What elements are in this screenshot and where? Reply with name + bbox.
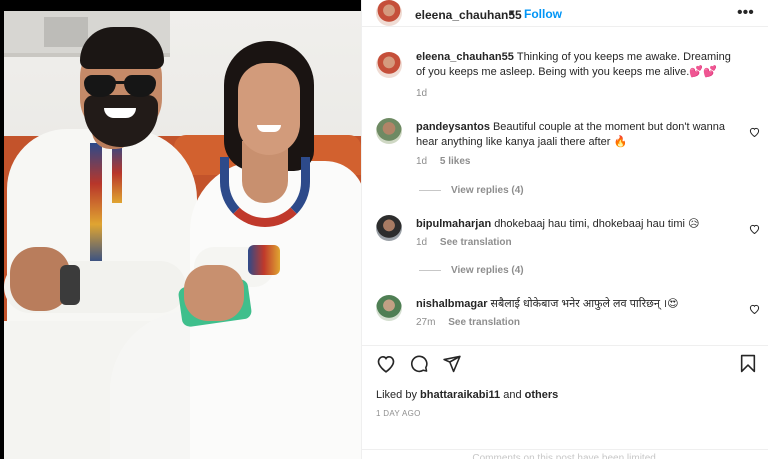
view-replies-button[interactable]: View replies (4) <box>419 265 524 276</box>
comments-list[interactable]: eleena_chauhan55 Thinking of you keeps me… <box>362 28 768 345</box>
heart-icon[interactable] <box>749 224 760 234</box>
comment-meta: 1d 5 likes <box>416 156 481 167</box>
comment-meta: 1d See translation <box>416 237 522 248</box>
post-time[interactable]: 1 DAY AGO <box>376 409 421 418</box>
comment-text: dhokebaaj hau timi, dhokebaaj hau timi 😥 <box>494 218 700 230</box>
post-actions: Liked by bhattaraikabi11 and others 1 DA… <box>362 345 768 459</box>
see-translation-button[interactable]: See translation <box>440 237 512 248</box>
heart-icon[interactable] <box>749 304 760 314</box>
more-icon[interactable]: ••• <box>737 4 754 22</box>
comments-limited-notice: Comments on this post have been limited. <box>362 449 768 459</box>
avatar[interactable] <box>376 295 402 321</box>
avatar[interactable] <box>376 0 402 26</box>
see-translation-button[interactable]: See translation <box>448 317 520 328</box>
post-side-panel: eleena_chauhan55 • Follow ••• eleena_cha… <box>361 0 768 459</box>
avatar[interactable] <box>376 52 402 78</box>
header-username[interactable]: eleena_chauhan55 <box>415 8 522 22</box>
comment-time[interactable]: 1d <box>416 156 427 167</box>
caption-meta: 1d <box>416 88 437 99</box>
comment-username[interactable]: pandeysantos <box>416 121 490 133</box>
separator-dot: • <box>510 6 515 20</box>
sunglasses <box>84 75 156 97</box>
comment-meta: 27m See translation <box>416 317 530 328</box>
comment-body: nishalbmagar सबैलाई धोकेबाज भनेर आफुले लव… <box>416 297 736 312</box>
caption-time[interactable]: 1d <box>416 88 427 99</box>
post-media[interactable] <box>0 0 361 459</box>
caption-username[interactable]: eleena_chauhan55 <box>416 51 514 63</box>
comment-likes[interactable]: 5 likes <box>440 156 471 167</box>
liked-by-user[interactable]: bhattaraikabi11 <box>420 389 500 401</box>
avatar[interactable] <box>376 215 402 241</box>
bookmark-icon[interactable] <box>740 354 756 373</box>
comment-body: bipulmaharjan dhokebaaj hau timi, dhokeba… <box>416 217 736 232</box>
post-photo[interactable] <box>4 11 361 459</box>
comment-time[interactable]: 1d <box>416 237 427 248</box>
instagram-post-modal: eleena_chauhan55 • Follow ••• eleena_cha… <box>0 0 768 459</box>
comment-icon[interactable] <box>409 354 429 373</box>
heart-icon[interactable] <box>749 127 760 137</box>
comment-text: सबैलाई धोकेबाज भनेर आफुले लव पारिछन् ।😍 <box>490 298 679 310</box>
comment-time[interactable]: 27m <box>416 317 435 328</box>
post-header: eleena_chauhan55 • Follow ••• <box>362 0 768 27</box>
wrist-watch <box>60 265 80 305</box>
liked-by: Liked by bhattaraikabi11 and others <box>376 389 559 401</box>
caption-body: eleena_chauhan55 Thinking of you keeps me… <box>416 50 736 80</box>
comment-body: pandeysantos Beautiful couple at the mome… <box>416 120 736 150</box>
comment-username[interactable]: bipulmaharjan <box>416 218 491 230</box>
share-icon[interactable] <box>442 354 462 373</box>
comment-username[interactable]: nishalbmagar <box>416 298 488 310</box>
follow-button[interactable]: Follow <box>524 7 562 21</box>
liked-by-others[interactable]: others <box>525 389 559 401</box>
view-replies-button[interactable]: View replies (4) <box>419 185 524 196</box>
avatar[interactable] <box>376 118 402 144</box>
heart-icon[interactable] <box>376 354 396 373</box>
